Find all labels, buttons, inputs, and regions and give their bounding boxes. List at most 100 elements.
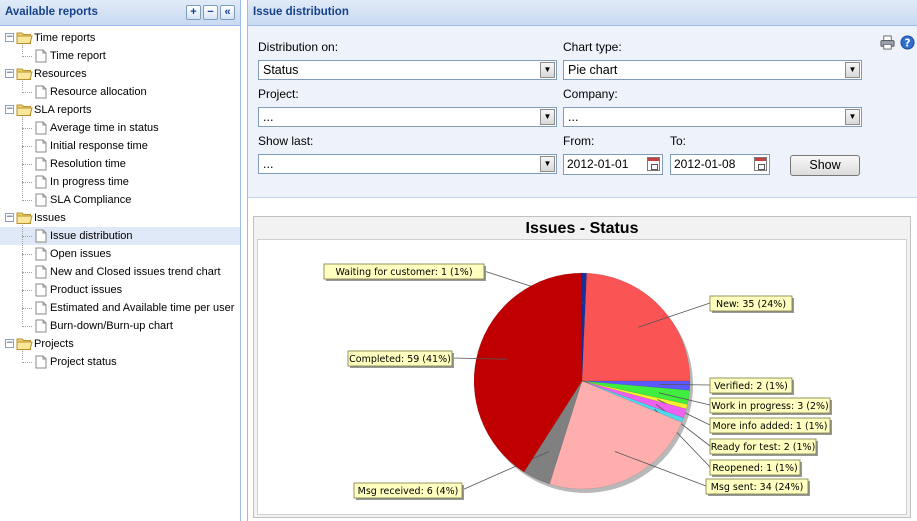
distribution-value: Status — [263, 63, 299, 77]
pie-label-text: Work in progress: 3 (2%) — [711, 401, 829, 412]
tree-item-sla-compliance[interactable]: SLA Compliance — [0, 191, 240, 209]
project-label: Project: — [258, 87, 299, 101]
tree-connector — [22, 45, 23, 54]
chevron-down-icon[interactable]: ▼ — [845, 109, 860, 125]
chevron-down-icon[interactable]: ▼ — [540, 109, 555, 125]
report-document-icon — [35, 193, 47, 207]
tree-item-label: Time report — [50, 50, 106, 62]
report-panel: Issue distribution Distribution on: Stat… — [247, 0, 917, 521]
help-icon[interactable]: ? — [900, 35, 915, 50]
tree-item-label: Initial response time — [50, 140, 148, 152]
report-document-icon — [35, 355, 47, 369]
tree-item-resolution-time[interactable]: Resolution time — [0, 155, 240, 173]
tree-connector — [22, 308, 32, 309]
tree-folder-sla-reports[interactable]: − SLA reports — [0, 101, 240, 119]
tree-connector — [22, 351, 23, 360]
report-document-icon — [35, 283, 47, 297]
pie-data-label: Verified: 2 (1%) — [709, 377, 794, 395]
expand-all-button[interactable]: + — [186, 5, 201, 20]
reports-panel: Available reports + − « − Time reports Tim… — [0, 0, 241, 521]
collapse-all-button[interactable]: − — [203, 5, 218, 20]
tree-folder-label: Projects — [34, 338, 74, 350]
tree-item-label: Product issues — [50, 284, 123, 296]
folder-open-icon — [16, 212, 33, 224]
tree-item-initial-response-time[interactable]: Initial response time — [0, 137, 240, 155]
panel-tools: + − « — [186, 5, 235, 20]
tree-item-label: Project status — [50, 356, 117, 368]
tree-item-product-issues[interactable]: Product issues — [0, 281, 240, 299]
tree-item-in-progress-time[interactable]: In progress time — [0, 173, 240, 191]
pie-label-text: Reopened: 1 (1%) — [712, 463, 797, 474]
from-date-field[interactable]: 2012-01-01 — [563, 154, 663, 175]
collapse-toggle-icon[interactable]: − — [5, 33, 14, 42]
report-document-icon — [35, 49, 47, 63]
to-label: To: — [670, 134, 687, 148]
collapse-toggle-icon[interactable]: − — [5, 339, 14, 348]
tree-folder-issues[interactable]: − Issues — [0, 209, 240, 227]
tree-item-average-time-in-status[interactable]: Average time in status — [0, 119, 240, 137]
chevron-down-icon[interactable]: ▼ — [540, 62, 555, 78]
tree-item-label: New and Closed issues trend chart — [50, 266, 221, 278]
tree-connector — [22, 236, 32, 237]
chart-type-label: Chart type: — [563, 40, 622, 54]
distribution-label: Distribution on: — [258, 40, 339, 54]
company-select[interactable]: ... ▼ — [563, 107, 862, 127]
company-value: ... — [568, 110, 579, 124]
pie-label-text: New: 35 (24%) — [716, 299, 786, 310]
report-document-icon — [35, 319, 47, 333]
distribution-select[interactable]: Status ▼ — [258, 60, 557, 80]
reports-tree: − Time reports Time report − Resources Resour… — [0, 26, 240, 371]
tree-item-label: Estimated and Available time per user — [50, 302, 235, 314]
tree-folder-label: SLA reports — [34, 104, 92, 116]
report-document-icon — [35, 121, 47, 135]
tree-item-issue-distribution[interactable]: Issue distribution — [0, 227, 240, 245]
tree-item-burn-down-burn-up-chart[interactable]: Burn-down/Burn-up chart — [0, 317, 240, 335]
chevron-down-icon[interactable]: ▼ — [845, 62, 860, 78]
tree-item-label: Resolution time — [50, 158, 126, 170]
calendar-icon[interactable] — [647, 157, 660, 171]
tree-folder-time-reports[interactable]: − Time reports — [0, 29, 240, 47]
to-date-value: 2012-01-08 — [674, 157, 736, 171]
pie-label-text: Verified: 2 (1%) — [714, 381, 788, 392]
svg-text:?: ? — [905, 37, 911, 49]
pie-slice-new[interactable] — [581, 272, 691, 382]
tree-connector — [22, 362, 32, 363]
chevron-down-icon[interactable]: ▼ — [540, 156, 555, 172]
collapse-toggle-icon[interactable]: − — [5, 213, 14, 222]
tree-item-resource-allocation[interactable]: Resource allocation — [0, 83, 240, 101]
report-document-icon — [35, 175, 47, 189]
tree-connector — [22, 56, 32, 57]
folder-open-icon — [16, 32, 33, 44]
pie-data-label: Reopened: 1 (1%) — [709, 459, 802, 477]
tree-item-new-and-closed-issues-trend-chart[interactable]: New and Closed issues trend chart — [0, 263, 240, 281]
tree-item-time-report[interactable]: Time report — [0, 47, 240, 65]
collapse-toggle-icon[interactable]: − — [5, 69, 14, 78]
project-select[interactable]: ... ▼ — [258, 107, 557, 127]
from-label: From: — [563, 134, 595, 148]
collapse-panel-button[interactable]: « — [220, 5, 235, 20]
show-last-select[interactable]: ... ▼ — [258, 154, 557, 174]
tree-folder-resources[interactable]: − Resources — [0, 65, 240, 83]
pie-data-label: Msg received: 6 (4%) — [353, 482, 464, 500]
calendar-icon[interactable] — [754, 157, 767, 171]
printer-icon[interactable] — [880, 35, 895, 50]
project-value: ... — [263, 110, 274, 124]
chart-type-value: Pie chart — [568, 63, 618, 77]
pie-label-text: Msg received: 6 (4%) — [358, 486, 459, 497]
tree-folder-projects[interactable]: − Projects — [0, 335, 240, 353]
collapse-toggle-icon[interactable]: − — [5, 105, 14, 114]
tree-connector — [22, 326, 32, 327]
from-date-value: 2012-01-01 — [567, 157, 629, 171]
show-button[interactable]: Show — [790, 155, 860, 176]
pie-data-label: Waiting for customer: 1 (1%) — [323, 263, 486, 281]
chart-type-select[interactable]: Pie chart ▼ — [563, 60, 862, 80]
tree-item-project-status[interactable]: Project status — [0, 353, 240, 371]
tree-item-estimated-and-available-time-per-user[interactable]: Estimated and Available time per user — [0, 299, 240, 317]
tree-connector — [22, 290, 32, 291]
tree-connector — [22, 164, 32, 165]
tree-connector — [22, 254, 32, 255]
to-date-field[interactable]: 2012-01-08 — [670, 154, 770, 175]
tree-item-label: Burn-down/Burn-up chart — [50, 320, 173, 332]
tree-item-open-issues[interactable]: Open issues — [0, 245, 240, 263]
report-panel-title: Issue distribution — [253, 6, 349, 18]
